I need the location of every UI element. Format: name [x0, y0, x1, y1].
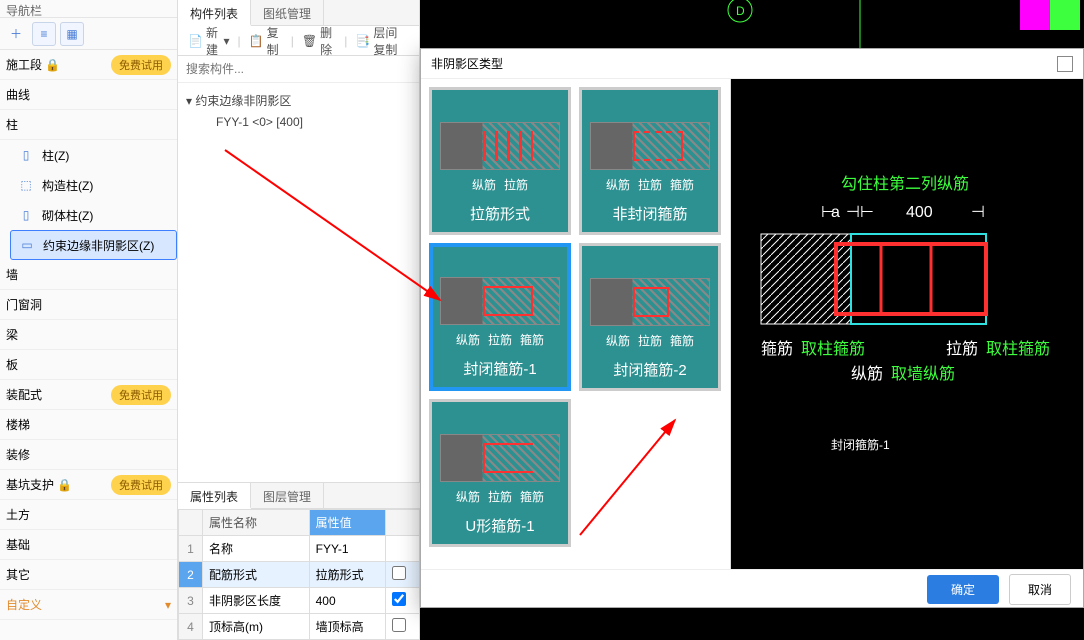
- grid-icon[interactable]: ▦: [60, 22, 84, 46]
- svg-text:纵筋: 纵筋: [851, 365, 883, 383]
- close-icon[interactable]: [1057, 56, 1073, 72]
- nav-item-pit[interactable]: 基坑支护 🔒免费试用: [0, 470, 177, 500]
- type-card[interactable]: 纵筋拉筋箍筋 非封闭箍筋: [579, 87, 721, 235]
- nav-item-axis[interactable]: 曲线: [0, 80, 177, 110]
- col-val: 属性值: [309, 510, 386, 536]
- nav-sub-col-gz[interactable]: ⬚构造柱(Z): [10, 170, 177, 200]
- nav-sub-col-ys[interactable]: ▭约束边缘非阴影区(Z): [10, 230, 177, 260]
- nav-item-column[interactable]: 柱: [0, 110, 177, 140]
- nav-item-wall[interactable]: 墙: [0, 260, 177, 290]
- nav-item-slab[interactable]: 板: [0, 350, 177, 380]
- svg-text:400: 400: [906, 204, 933, 221]
- nav-item-door[interactable]: 门窗洞: [0, 290, 177, 320]
- cancel-button[interactable]: 取消: [1009, 574, 1071, 605]
- dialog-footer: 确定 取消: [421, 569, 1083, 609]
- nav-item-earth[interactable]: 土方: [0, 500, 177, 530]
- search-input[interactable]: [178, 56, 419, 83]
- tree-leaf[interactable]: FYY-1 <0> [400]: [186, 112, 411, 132]
- nav-panel: 导航栏 ＋ ≡ ▦ 施工段 🔒 免费试用 曲线 柱 ▯柱(Z) ⬚构造柱(Z) …: [0, 0, 178, 640]
- column-icon: ⬚: [18, 177, 34, 193]
- svg-text:⊣: ⊣: [971, 204, 985, 221]
- svg-text:拉筋: 拉筋: [946, 340, 978, 358]
- trial-badge: 免费试用: [111, 55, 171, 75]
- nav-item-other[interactable]: 其它: [0, 560, 177, 590]
- column-icon: ▯: [18, 147, 34, 163]
- table-row[interactable]: 3非阴影区长度400: [179, 588, 420, 614]
- table-row[interactable]: 1名称FYY-1: [179, 536, 420, 562]
- table-row[interactable]: 4顶标高(m)墙顶标高: [179, 614, 420, 640]
- col-name: 属性名称: [203, 510, 310, 536]
- nav-item-found[interactable]: 基础: [0, 530, 177, 560]
- checkbox[interactable]: [392, 566, 406, 580]
- nav-column-children: ▯柱(Z) ⬚构造柱(Z) ▯砌体柱(Z) ▭约束边缘非阴影区(Z): [0, 140, 177, 260]
- type-card[interactable]: 纵筋拉筋箍筋 封闭箍筋-2: [579, 243, 721, 391]
- add-icon[interactable]: ＋: [4, 22, 28, 46]
- prop-tabs: 属性列表 图层管理: [178, 483, 420, 509]
- svg-text:D: D: [736, 4, 745, 18]
- canvas-fragment: D: [420, 0, 1084, 48]
- nav-item-custom[interactable]: 自定义▾: [0, 590, 177, 620]
- tab-attributes[interactable]: 属性列表: [178, 483, 251, 509]
- chevron-down-icon: ▾: [165, 598, 171, 612]
- column-icon: ▯: [18, 207, 34, 223]
- nav-sub-col-qt[interactable]: ▯砌体柱(Z): [10, 200, 177, 230]
- property-panel: 属性列表 图层管理 属性名称属性值 1名称FYY-1 2配筋形式拉筋形式 3非阴…: [178, 482, 420, 640]
- tab-layers[interactable]: 图层管理: [251, 483, 324, 508]
- list-icon[interactable]: ≡: [32, 22, 56, 46]
- component-toolbar: 📄新建 ▾| 📋复制| 🗑删除| 📑层间复制: [178, 26, 419, 56]
- nav-item-stair[interactable]: 楼梯: [0, 410, 177, 440]
- nav-item-beam[interactable]: 梁: [0, 320, 177, 350]
- checkbox[interactable]: [392, 592, 406, 606]
- type-card-grid: 纵筋拉筋 拉筋形式 纵筋拉筋箍筋 非封闭箍筋 纵筋拉筋箍筋 封闭箍筋-1 纵筋拉…: [421, 79, 731, 569]
- svg-text:箍筋: 箍筋: [761, 340, 793, 358]
- type-card[interactable]: 纵筋拉筋 拉筋形式: [429, 87, 571, 235]
- lock-icon: 🔒: [45, 58, 60, 72]
- nav-title: 导航栏: [0, 0, 177, 18]
- table-row[interactable]: 2配筋形式拉筋形式: [179, 562, 420, 588]
- delete-button[interactable]: 🗑删除: [298, 22, 340, 60]
- nav-item-deco[interactable]: 装修: [0, 440, 177, 470]
- property-table: 属性名称属性值 1名称FYY-1 2配筋形式拉筋形式 3非阴影区长度400 4顶…: [178, 509, 420, 640]
- new-button[interactable]: 📄新建 ▾: [184, 22, 233, 60]
- dialog-title: 非阴影区类型: [431, 55, 503, 72]
- tree-root[interactable]: ▾ 约束边缘非阴影区: [186, 89, 411, 112]
- nav-item-construction[interactable]: 施工段 🔒 免费试用: [0, 50, 177, 80]
- preview-svg: 勾住柱第二列纵筋 ⊢a⊣⊢ 400⊣ 箍筋 取柱箍筋 拉筋 取柱箍筋 纵筋 取墙…: [731, 79, 1081, 569]
- dialog-titlebar: 非阴影区类型: [421, 49, 1083, 79]
- nav-item-assembly[interactable]: 装配式免费试用: [0, 380, 177, 410]
- type-card[interactable]: 纵筋拉筋箍筋 U形箍筋-1: [429, 399, 571, 547]
- component-tree: ▾ 约束边缘非阴影区 FYY-1 <0> [400]: [178, 83, 419, 138]
- ok-button[interactable]: 确定: [927, 575, 999, 604]
- constraint-icon: ▭: [19, 237, 35, 253]
- nav-toolbar: ＋ ≡ ▦: [0, 18, 177, 50]
- svg-text:取柱箍筋: 取柱箍筋: [986, 340, 1050, 358]
- copy-button[interactable]: 📋复制: [245, 22, 287, 60]
- preview-pane: 勾住柱第二列纵筋 ⊢a⊣⊢ 400⊣ 箍筋 取柱箍筋 拉筋 取柱箍筋 纵筋 取墙…: [731, 79, 1083, 569]
- svg-text:⊣⊢: ⊣⊢: [846, 204, 874, 221]
- svg-text:取柱箍筋: 取柱箍筋: [801, 340, 865, 358]
- type-card-selected[interactable]: 纵筋拉筋箍筋 封闭箍筋-1: [429, 243, 571, 391]
- nav-sub-col-z[interactable]: ▯柱(Z): [10, 140, 177, 170]
- type-dialog: 非阴影区类型 纵筋拉筋 拉筋形式 纵筋拉筋箍筋 非封闭箍筋 纵筋拉筋箍筋 封闭箍…: [420, 48, 1084, 608]
- svg-text:封闭箍筋-1: 封闭箍筋-1: [831, 437, 890, 452]
- svg-text:勾住柱第二列纵筋: 勾住柱第二列纵筋: [841, 175, 969, 193]
- svg-text:取墙纵筋: 取墙纵筋: [891, 365, 955, 383]
- checkbox[interactable]: [392, 618, 406, 632]
- layer-copy-button[interactable]: 📑层间复制: [351, 22, 413, 60]
- svg-text:a: a: [831, 204, 840, 221]
